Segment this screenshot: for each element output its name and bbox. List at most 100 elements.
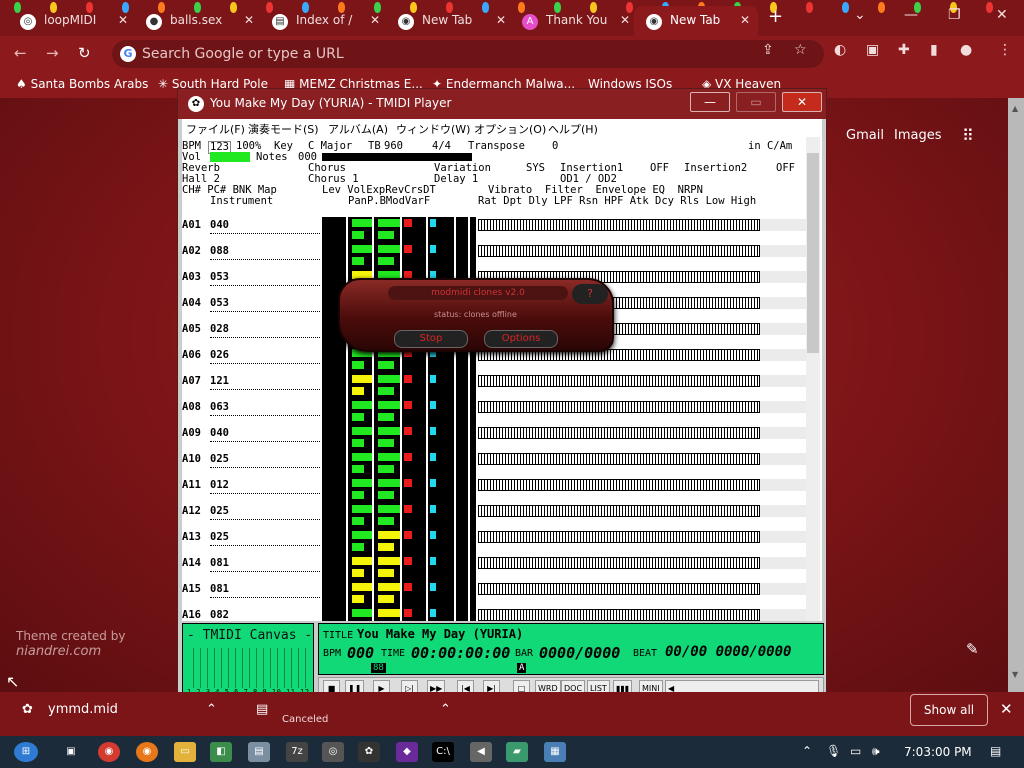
app-icon[interactable]: ▤	[248, 742, 270, 762]
firefox-icon[interactable]: ◉	[136, 742, 158, 762]
app-icon[interactable]: ◎	[322, 742, 344, 762]
reload-icon[interactable]: ↻	[78, 44, 91, 62]
back-icon[interactable]: ←	[14, 44, 27, 62]
tab-balls[interactable]: ● balls.sex ✕	[134, 6, 262, 36]
scroll-down-icon[interactable]: ▼	[1012, 670, 1018, 679]
apps-grid-icon[interactable]: ⠿	[962, 126, 974, 145]
channel-label[interactable]: A04 053	[182, 295, 324, 321]
tab-search-icon[interactable]: ⌄	[854, 7, 866, 23]
theme-author-link[interactable]: niandrei.com	[16, 644, 125, 660]
side-panel-icon[interactable]: ▮	[930, 42, 938, 58]
speaker-icon[interactable]: 🕪	[872, 744, 880, 759]
channel-label[interactable]: A10 025	[182, 451, 324, 477]
channel-label[interactable]: A16 082	[182, 607, 324, 621]
close-window-icon[interactable]: ✕	[996, 7, 1008, 23]
close-icon[interactable]: ✕	[620, 13, 630, 27]
clock[interactable]: 7:03:00 PM	[904, 745, 972, 759]
tab-loopmidi[interactable]: ◎ loopMIDI ✕	[8, 6, 136, 36]
menu-window[interactable]: ウィンドウ(W)	[396, 121, 470, 137]
menu-album[interactable]: アルバム(A)	[328, 121, 388, 137]
tab-index-of[interactable]: ▤ Index of / ✕	[260, 6, 388, 36]
piano-keyboard[interactable]	[478, 219, 760, 231]
close-button[interactable]: ✕	[782, 92, 822, 112]
menu-help[interactable]: ヘルプ(H)	[548, 121, 598, 137]
tmidi-titlebar[interactable]: ✿ You Make My Day (YURIA) - TMIDI Player…	[178, 89, 826, 119]
volume-app-icon[interactable]: ◀	[470, 742, 492, 762]
piano-keyboard[interactable]	[478, 245, 760, 257]
piano-keyboard[interactable]	[478, 401, 760, 413]
channel-label[interactable]: A14 081	[182, 555, 324, 581]
customize-pencil-icon[interactable]: ✎	[966, 640, 979, 658]
7zip-icon[interactable]: 7z	[286, 742, 308, 762]
channel-label[interactable]: A03 053	[182, 269, 324, 295]
show-hidden-icons[interactable]: ⌃	[802, 744, 812, 758]
channel-label[interactable]: A02 088	[182, 243, 324, 269]
piano-keyboard[interactable]	[478, 557, 760, 569]
minimize-button[interactable]: —	[690, 92, 730, 112]
extension-s-icon[interactable]: ▣	[866, 42, 879, 58]
piano-keyboard[interactable]	[478, 505, 760, 517]
profile-avatar-icon[interactable]: ●	[960, 42, 972, 58]
channel-scrollbar[interactable]	[806, 137, 820, 621]
chevron-up-icon[interactable]: ⌃	[440, 702, 451, 717]
tab-thank-you[interactable]: A Thank You ✕	[510, 6, 638, 36]
menu-file[interactable]: ファイル(F)	[186, 121, 245, 137]
app-icon[interactable]: ▦	[544, 742, 566, 762]
cmd-icon[interactable]: C:\	[432, 742, 454, 762]
close-icon[interactable]: ✕	[740, 13, 750, 27]
channel-label[interactable]: A11 012	[182, 477, 324, 503]
menu-icon[interactable]: ⋮	[998, 42, 1012, 58]
close-icon[interactable]: ✕	[118, 13, 128, 27]
chevron-up-icon[interactable]: ⌃	[206, 702, 217, 717]
images-link[interactable]: Images	[894, 128, 942, 143]
channel-label[interactable]: A01 040	[182, 217, 324, 243]
new-tab-button[interactable]: +	[768, 6, 783, 27]
forward-icon[interactable]: →	[46, 44, 59, 62]
star-icon[interactable]: ☆	[794, 42, 807, 58]
minimize-icon[interactable]: —	[904, 7, 918, 23]
piano-keyboard[interactable]	[478, 609, 760, 621]
piano-keyboard[interactable]	[478, 479, 760, 491]
app-icon[interactable]: ◆	[396, 742, 418, 762]
maximize-icon[interactable]: ❐	[948, 7, 961, 23]
piano-keyboard[interactable]	[478, 531, 760, 543]
notifications-icon[interactable]: ▤	[990, 744, 1001, 758]
channel-label[interactable]: A12 025	[182, 503, 324, 529]
channel-label[interactable]: A05 028	[182, 321, 324, 347]
scroll-thumb[interactable]	[807, 153, 819, 353]
close-icon[interactable]: ✕	[244, 13, 254, 27]
menu-play-mode[interactable]: 演奏モード(S)	[248, 121, 319, 137]
popup-options-button[interactable]: Options	[484, 330, 558, 348]
popup-stop-button[interactable]: Stop	[394, 330, 468, 348]
download-filename[interactable]: ymmd.mid	[48, 702, 118, 717]
close-icon[interactable]: ✕	[370, 13, 380, 27]
bookmark-santa[interactable]: ♠ Santa Bombs Arabs	[16, 77, 148, 91]
gmail-link[interactable]: Gmail	[846, 128, 884, 143]
theme-credit[interactable]: Theme created by niandrei.com	[16, 628, 125, 660]
task-view-icon[interactable]: ▣	[60, 742, 82, 762]
channel-label[interactable]: A06 026	[182, 347, 324, 373]
scroll-up-icon[interactable]: ▲	[1012, 104, 1018, 113]
tmidi-taskbar-icon[interactable]: ✿	[358, 742, 380, 762]
piano-keyboard[interactable]	[478, 427, 760, 439]
channel-label[interactable]: A13 025	[182, 529, 324, 555]
start-icon[interactable]: ⊞	[14, 742, 38, 762]
network-icon[interactable]: ▭	[850, 744, 861, 758]
piano-keyboard[interactable]	[478, 375, 760, 387]
chrome-icon[interactable]: ◉	[98, 742, 120, 762]
extension-flag-icon[interactable]: ◐	[834, 42, 846, 58]
app-icon[interactable]: ▰	[506, 742, 528, 762]
close-icon[interactable]: ✕	[1000, 700, 1013, 718]
piano-keyboard[interactable]	[478, 453, 760, 465]
channel-label[interactable]: A15 081	[182, 581, 324, 607]
popup-help-button[interactable]: ?	[572, 284, 608, 304]
page-scrollbar[interactable]: ▲ ▼	[1008, 98, 1024, 692]
address-bar[interactable]: G Search Google or type a URL	[112, 40, 824, 68]
channel-label[interactable]: A08 063	[182, 399, 324, 425]
close-icon[interactable]: ✕	[496, 13, 506, 27]
show-all-button[interactable]: Show all	[910, 694, 988, 726]
share-icon[interactable]: ⇪	[762, 42, 774, 58]
piano-keyboard[interactable]	[478, 583, 760, 595]
microphone-icon[interactable]: 🎙	[826, 744, 841, 758]
file-explorer-icon[interactable]: ▭	[174, 742, 196, 762]
